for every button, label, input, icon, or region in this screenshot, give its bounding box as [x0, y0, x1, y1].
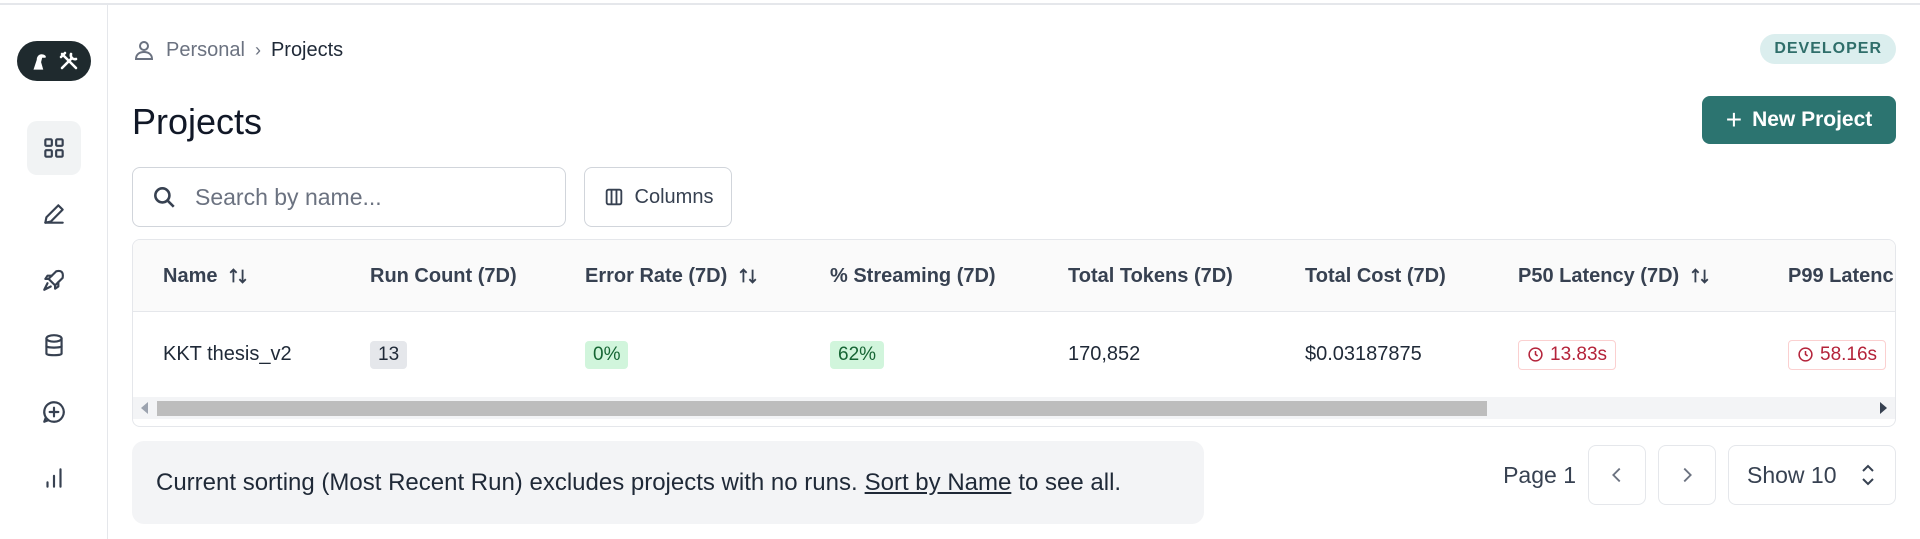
breadcrumb-personal[interactable]: Personal: [166, 39, 245, 62]
database-icon: [45, 334, 63, 357]
projects-table: Name Run Count (7D) Error Rate (7D) % St…: [132, 239, 1896, 427]
cell-error-rate: 0%: [585, 312, 629, 397]
cell-streaming: 62%: [830, 312, 885, 397]
error-rate-badge: 0%: [585, 340, 629, 369]
page-size-select[interactable]: Show 10: [1728, 445, 1896, 505]
grid-icon: [44, 138, 64, 158]
scroll-right-arrow-icon[interactable]: [1880, 402, 1887, 414]
nav-datasets[interactable]: [27, 319, 81, 373]
next-page-button[interactable]: [1658, 445, 1716, 505]
sort-by-name-link[interactable]: Sort by Name: [865, 469, 1012, 497]
clock-icon: [1528, 347, 1543, 362]
chevron-left-icon: [1612, 467, 1621, 483]
nav-projects[interactable]: [27, 121, 81, 175]
pagination: Page 1 Show 10: [1503, 445, 1896, 505]
table-header: Name Run Count (7D) Error Rate (7D) % St…: [133, 240, 1895, 312]
page-title: Projects: [132, 101, 263, 142]
col-header-p99-latency[interactable]: P99 Latenc: [1788, 240, 1894, 312]
col-header-error-rate[interactable]: Error Rate (7D): [585, 240, 759, 312]
chevron-up-down-icon: [1862, 464, 1874, 486]
sort-icon[interactable]: [1689, 265, 1711, 287]
run-count-badge: 13: [370, 340, 408, 369]
columns-label: Columns: [634, 185, 714, 208]
sorting-notice: Current sorting (Most Recent Run) exclud…: [132, 441, 1204, 524]
logo[interactable]: [17, 41, 91, 81]
nav-chat[interactable]: [27, 385, 81, 439]
role-badge: DEVELOPER: [1760, 34, 1896, 64]
nav-deployments[interactable]: [27, 253, 81, 307]
prev-page-button[interactable]: [1588, 445, 1646, 505]
parrot-icon: [33, 54, 46, 70]
col-header-total-cost[interactable]: Total Cost (7D): [1305, 240, 1446, 312]
cell-run-count: 13: [370, 312, 408, 397]
cell-name[interactable]: KKT thesis_v2: [163, 312, 292, 397]
scroll-left-arrow-icon[interactable]: [141, 402, 148, 414]
sidebar: [0, 5, 108, 539]
page-size-label: Show 10: [1747, 461, 1837, 488]
clock-icon: [1798, 347, 1813, 362]
streaming-badge: 62%: [830, 340, 885, 369]
plus-icon: +: [1725, 104, 1743, 135]
horizontal-scrollbar[interactable]: [133, 397, 1895, 419]
chevron-right-icon: [1683, 467, 1692, 483]
new-project-button[interactable]: + New Project: [1702, 96, 1896, 144]
p99-latency-badge: 58.16s: [1788, 339, 1887, 370]
nav-monitoring[interactable]: [27, 451, 81, 505]
sort-icon[interactable]: [227, 265, 249, 287]
search-icon: [154, 187, 175, 208]
notice-text-after: to see all.: [1018, 468, 1122, 496]
new-project-label: New Project: [1752, 108, 1873, 131]
tools-icon: [59, 51, 78, 70]
breadcrumb: Personal › Projects: [132, 33, 343, 67]
chat-plus-icon: [43, 401, 65, 423]
cell-p50-latency: 13.83s: [1518, 312, 1617, 397]
pen-icon: [44, 204, 64, 224]
table-row[interactable]: KKT thesis_v2 13 0% 62% 170,852 $0.03187…: [133, 312, 1895, 397]
breadcrumb-current: Projects: [270, 38, 344, 61]
search-box[interactable]: [132, 167, 566, 227]
scrollbar-thumb[interactable]: [157, 401, 1487, 416]
columns-icon: [605, 188, 622, 206]
notice-text-before: Current sorting (Most Recent Run) exclud…: [156, 468, 858, 496]
main-content: Personal › Projects DEVELOPER Projects +…: [132, 5, 1896, 539]
search-input[interactable]: [195, 183, 555, 211]
cell-p99-latency: 58.16s: [1788, 312, 1887, 397]
bar-chart-icon: [46, 468, 62, 488]
user-icon: [134, 41, 154, 60]
col-header-p50-latency[interactable]: P50 Latency (7D): [1518, 240, 1711, 312]
breadcrumb-separator: ›: [254, 39, 261, 60]
cell-total-cost: $0.03187875: [1305, 343, 1422, 365]
col-header-total-tokens[interactable]: Total Tokens (7D): [1068, 240, 1233, 312]
col-header-streaming[interactable]: % Streaming (7D): [830, 240, 996, 312]
rocket-icon: [43, 269, 64, 291]
cell-total-tokens: 170,852: [1068, 343, 1141, 365]
nav-annotate[interactable]: [27, 187, 81, 241]
page-label: Page 1: [1503, 461, 1576, 488]
sort-icon[interactable]: [737, 265, 759, 287]
col-header-name[interactable]: Name: [163, 240, 249, 312]
col-header-run-count[interactable]: Run Count (7D): [370, 240, 517, 312]
columns-button[interactable]: Columns: [584, 167, 732, 227]
p50-latency-badge: 13.83s: [1518, 339, 1617, 370]
